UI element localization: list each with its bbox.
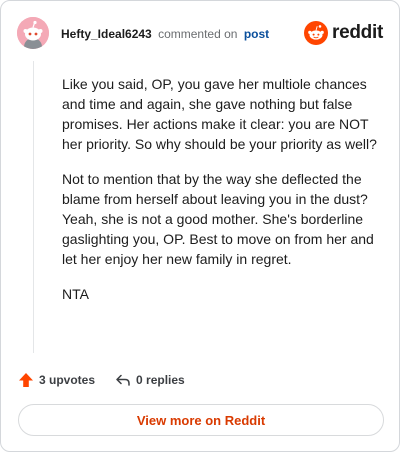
action-text: commented on <box>158 27 238 41</box>
replies-count: 0 replies <box>136 373 185 387</box>
reply-button[interactable]: 0 replies <box>115 372 185 388</box>
upvote-button[interactable]: 3 upvotes <box>18 372 95 388</box>
comment-body: Like you said, OP, you gave her multiole… <box>62 74 380 319</box>
reddit-wordmark: reddit <box>332 22 383 43</box>
comment-paragraph: NTA <box>62 286 89 302</box>
embedded-comment-card: Hefty_Ideal6243 commented on post reddit… <box>0 0 400 452</box>
comment-paragraph: Not to mention that by the way she defle… <box>62 171 374 267</box>
comment-meta: Hefty_Ideal6243 commented on post <box>61 27 269 41</box>
comment-paragraph: Like you said, OP, you gave her multiole… <box>62 76 377 152</box>
post-link[interactable]: post <box>244 27 269 41</box>
upvote-arrow-icon <box>19 373 33 387</box>
upvotes-count: 3 upvotes <box>39 373 96 387</box>
reddit-brand[interactable]: reddit <box>304 19 383 47</box>
reddit-logo-icon <box>304 21 329 45</box>
view-more-button[interactable]: View more on Reddit <box>18 404 384 436</box>
username-link[interactable]: Hefty_Ideal6243 <box>61 27 152 41</box>
reply-arrow-icon <box>116 374 130 386</box>
thread-line <box>33 61 34 353</box>
snoo-avatar-icon[interactable] <box>17 17 49 49</box>
comment-header: Hefty_Ideal6243 commented on post reddit <box>17 17 383 51</box>
comment-actions: 3 upvotes 0 replies <box>18 370 205 390</box>
